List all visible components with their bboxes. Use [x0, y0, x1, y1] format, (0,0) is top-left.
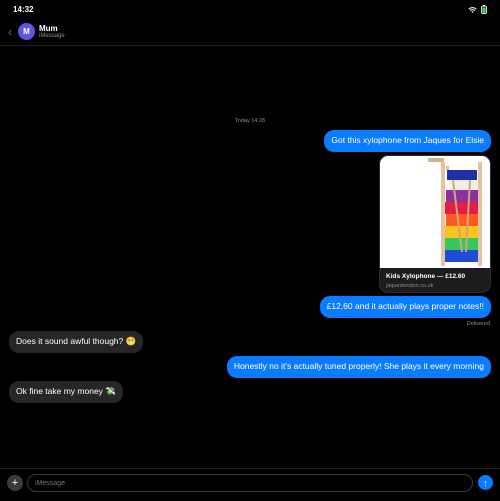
plus-icon[interactable]: + [7, 475, 23, 491]
conversation-header: ‹ M Mum iMessage [0, 20, 500, 46]
message-bubble-incoming[interactable]: Does it sound awful though? 😬 [9, 331, 144, 353]
back-chevron-icon[interactable]: ‹ [8, 25, 12, 39]
message-bubble-outgoing[interactable]: £12.60 and it actually plays proper note… [319, 296, 491, 318]
composer-bar: + ↑ [0, 468, 500, 501]
message-bubble-outgoing[interactable]: Honestly no it's actually tuned properly… [226, 356, 491, 378]
battery-icon [481, 5, 487, 14]
message-bubble-outgoing[interactable]: Got this xylophone from Jaques for Elsie [324, 130, 491, 152]
arrow-up-icon[interactable]: ↑ [478, 475, 493, 490]
wifi-icon [468, 6, 477, 13]
status-time: 14:32 [13, 5, 34, 14]
status-bar: 14:32 [0, 0, 500, 20]
xylophone-image [380, 156, 490, 268]
message-input[interactable] [27, 474, 473, 492]
status-icons [468, 5, 487, 14]
link-preview-domain: jaqueslondon.co.uk [386, 283, 434, 289]
contact-service: iMessage [39, 33, 65, 39]
message-bubble-incoming[interactable]: Ok fine take my money 💸 [9, 381, 123, 403]
contact-name[interactable]: Mum [39, 24, 58, 33]
conversation-timestamp: Today 14:28 [235, 118, 265, 124]
delivered-status: Delivered [466, 321, 490, 327]
link-preview-card[interactable]: Kids Xylophone — £12.60 jaqueslondon.co.… [379, 155, 491, 293]
contact-avatar[interactable]: M [18, 23, 35, 40]
link-preview-title: Kids Xylophone — £12.60 [386, 273, 466, 280]
